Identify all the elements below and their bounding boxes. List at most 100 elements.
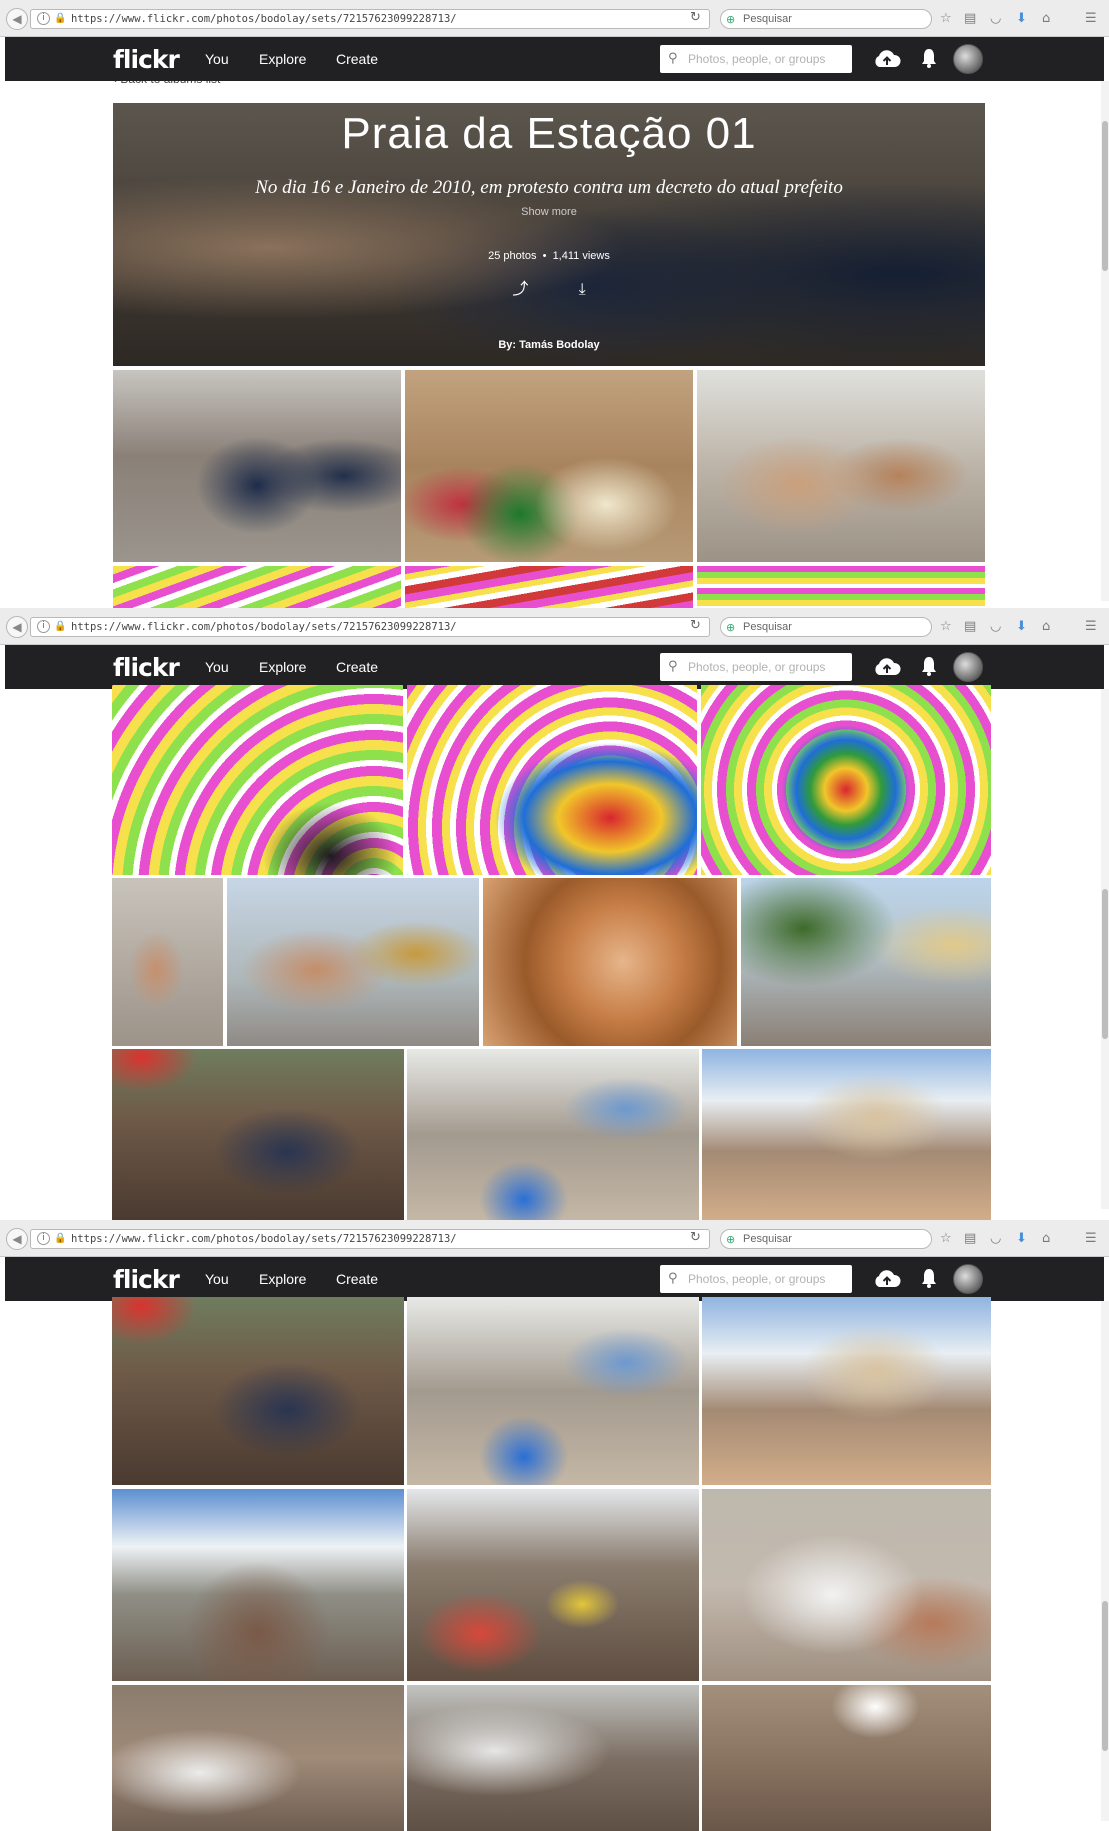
lock-icon: 🔒 bbox=[54, 13, 67, 24]
browser-search-input[interactable]: ⊕ Pesquisar bbox=[720, 617, 932, 637]
search-icon: ⚲ bbox=[668, 51, 678, 66]
photo-thumbnail[interactable] bbox=[113, 566, 401, 608]
photo-thumbnail[interactable] bbox=[407, 1049, 699, 1220]
address-bar[interactable]: i 🔒 https://www.flickr.com/photos/bodola… bbox=[30, 617, 710, 637]
browser-back-button[interactable]: ◀ bbox=[6, 8, 28, 30]
browser-search-input[interactable]: ⊕ Pesquisar bbox=[720, 9, 932, 29]
browser-search-input[interactable]: ⊕ Pesquisar bbox=[720, 1229, 932, 1249]
bell-icon[interactable] bbox=[920, 1267, 938, 1289]
photo-thumbnail[interactable] bbox=[407, 1489, 699, 1681]
site-search-input[interactable]: ⚲ Photos, people, or groups bbox=[660, 45, 852, 73]
photo-thumbnail[interactable] bbox=[701, 685, 991, 875]
photo-thumbnail[interactable] bbox=[702, 1297, 991, 1485]
nav-you[interactable]: You bbox=[205, 659, 229, 675]
nav-create[interactable]: Create bbox=[336, 659, 378, 675]
home-icon[interactable]: ⌂ bbox=[1042, 1230, 1050, 1248]
share-icon[interactable]: ⤴ bbox=[512, 279, 528, 298]
browser-toolbar: ◀ i 🔒 https://www.flickr.com/photos/bodo… bbox=[0, 1220, 1109, 1257]
browser-back-button[interactable]: ◀ bbox=[6, 1228, 28, 1250]
avatar[interactable] bbox=[953, 652, 983, 682]
flickr-logo[interactable]: flickr bbox=[113, 45, 180, 74]
menu-icon[interactable]: ☰ bbox=[1085, 618, 1097, 636]
nav-explore[interactable]: Explore bbox=[259, 1271, 306, 1287]
photo-thumbnail[interactable] bbox=[697, 370, 985, 562]
photo-thumbnail[interactable] bbox=[112, 1685, 404, 1831]
flickr-logo[interactable]: flickr bbox=[113, 1265, 180, 1294]
photo-thumbnail[interactable] bbox=[741, 878, 991, 1046]
scrollbar-thumb[interactable] bbox=[1102, 121, 1108, 271]
reader-icon[interactable]: ▤ bbox=[964, 618, 976, 636]
download-arrow-icon[interactable]: ⬇ bbox=[1016, 10, 1027, 28]
cloud-upload-icon[interactable] bbox=[873, 1269, 901, 1289]
photo-thumbnail[interactable] bbox=[112, 1297, 404, 1485]
menu-icon[interactable]: ☰ bbox=[1085, 10, 1097, 28]
download-arrow-icon[interactable]: ⬇ bbox=[1016, 618, 1027, 636]
nav-explore[interactable]: Explore bbox=[259, 51, 306, 67]
photo-thumbnail[interactable] bbox=[702, 1489, 991, 1681]
photo-thumbnail[interactable] bbox=[112, 685, 403, 875]
pocket-icon[interactable]: ◡ bbox=[990, 10, 1001, 28]
star-icon[interactable]: ☆ bbox=[940, 618, 952, 636]
cloud-upload-icon[interactable] bbox=[873, 49, 901, 69]
photo-thumbnail[interactable] bbox=[407, 685, 697, 875]
home-icon[interactable]: ⌂ bbox=[1042, 10, 1050, 28]
nav-you[interactable]: You bbox=[205, 51, 229, 67]
photo-thumbnail[interactable] bbox=[405, 370, 693, 562]
scrollbar-thumb[interactable] bbox=[1102, 1601, 1108, 1751]
photo-thumbnail[interactable] bbox=[227, 878, 479, 1046]
nav-create[interactable]: Create bbox=[336, 51, 378, 67]
view-count: 1,411 views bbox=[552, 250, 610, 262]
photo-thumbnail[interactable] bbox=[112, 1049, 404, 1220]
star-icon[interactable]: ☆ bbox=[940, 10, 952, 28]
pocket-icon[interactable]: ◡ bbox=[990, 1230, 1001, 1248]
address-bar[interactable]: i 🔒 https://www.flickr.com/photos/bodola… bbox=[30, 9, 710, 29]
screenshot-frame-1: ◀ i 🔒 https://www.flickr.com/photos/bodo… bbox=[0, 0, 1109, 608]
photo-thumbnail[interactable] bbox=[697, 566, 985, 608]
photo-thumbnail[interactable] bbox=[405, 566, 693, 608]
nav-create[interactable]: Create bbox=[336, 1271, 378, 1287]
reload-icon[interactable]: ↻ bbox=[690, 10, 701, 25]
cloud-upload-icon[interactable] bbox=[873, 657, 901, 677]
reader-icon[interactable]: ▤ bbox=[964, 10, 976, 28]
info-icon[interactable]: i bbox=[37, 12, 50, 25]
browser-back-button[interactable]: ◀ bbox=[6, 616, 28, 638]
photo-thumbnail[interactable] bbox=[702, 1049, 991, 1220]
avatar[interactable] bbox=[953, 1264, 983, 1294]
menu-icon[interactable]: ☰ bbox=[1085, 1230, 1097, 1248]
photo-thumbnail[interactable] bbox=[407, 1297, 699, 1485]
info-icon[interactable]: i bbox=[37, 620, 50, 633]
site-search-placeholder: Photos, people, or groups bbox=[688, 660, 826, 674]
photo-thumbnail[interactable] bbox=[112, 878, 223, 1046]
photo-thumbnail[interactable] bbox=[702, 1685, 991, 1831]
browser-toolbar: ◀ i 🔒 https://www.flickr.com/photos/bodo… bbox=[0, 0, 1109, 37]
photo-thumbnail[interactable] bbox=[112, 1489, 404, 1681]
scrollbar-thumb[interactable] bbox=[1102, 889, 1108, 1039]
address-bar[interactable]: i 🔒 https://www.flickr.com/photos/bodola… bbox=[30, 1229, 710, 1249]
photo-thumbnail[interactable] bbox=[113, 370, 401, 562]
bell-icon[interactable] bbox=[920, 655, 938, 677]
page-scrollbar[interactable] bbox=[1101, 81, 1109, 601]
bell-icon[interactable] bbox=[920, 47, 938, 69]
page-scrollbar[interactable] bbox=[1101, 1301, 1109, 1821]
site-search-input[interactable]: ⚲ Photos, people, or groups bbox=[660, 1265, 852, 1293]
pocket-icon[interactable]: ◡ bbox=[990, 618, 1001, 636]
star-icon[interactable]: ☆ bbox=[940, 1230, 952, 1248]
info-icon[interactable]: i bbox=[37, 1232, 50, 1245]
nav-you[interactable]: You bbox=[205, 1271, 229, 1287]
show-more-link[interactable]: Show more bbox=[113, 206, 985, 218]
photo-thumbnail[interactable] bbox=[483, 878, 737, 1046]
download-icon[interactable]: ⤓ bbox=[579, 279, 586, 298]
flickr-logo[interactable]: flickr bbox=[113, 653, 180, 682]
download-arrow-icon[interactable]: ⬇ bbox=[1016, 1230, 1027, 1248]
site-search-input[interactable]: ⚲ Photos, people, or groups bbox=[660, 653, 852, 681]
nav-explore[interactable]: Explore bbox=[259, 659, 306, 675]
search-icon: ⚲ bbox=[668, 1271, 678, 1286]
reader-icon[interactable]: ▤ bbox=[964, 1230, 976, 1248]
album-author[interactable]: By: Tamás Bodolay bbox=[113, 339, 985, 351]
home-icon[interactable]: ⌂ bbox=[1042, 618, 1050, 636]
avatar[interactable] bbox=[953, 44, 983, 74]
reload-icon[interactable]: ↻ bbox=[690, 618, 701, 633]
reload-icon[interactable]: ↻ bbox=[690, 1230, 701, 1245]
photo-thumbnail[interactable] bbox=[407, 1685, 699, 1831]
page-scrollbar[interactable] bbox=[1101, 689, 1109, 1209]
